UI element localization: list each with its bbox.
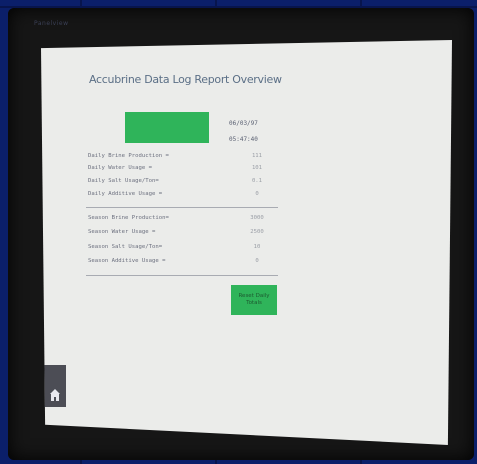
data-row-daily-additive: Daily Additive Usage = 0 bbox=[88, 191, 278, 201]
row-label: Daily Salt Usage/Ton= bbox=[88, 178, 159, 184]
reset-daily-totals-button[interactable]: Reset Daily Totals bbox=[231, 285, 277, 315]
row-label: Daily Brine Production = bbox=[88, 153, 169, 159]
row-label: Season Brine Production= bbox=[88, 215, 169, 221]
row-label: Season Salt Usage/Ton= bbox=[88, 244, 163, 250]
data-row-daily-water: Daily Water Usage = 101 bbox=[88, 165, 278, 175]
data-row-daily-brine: Daily Brine Production = 111 bbox=[88, 153, 278, 163]
row-label: Season Water Usage = bbox=[88, 229, 156, 235]
data-row-season-salt: Season Salt Usage/Ton= 10 bbox=[88, 244, 278, 254]
row-value: 0 bbox=[255, 258, 259, 264]
row-label: Season Additive Usage = bbox=[88, 258, 166, 264]
monitor-bezel: Panelview Accubrine Data Log Report Over… bbox=[8, 8, 474, 460]
row-value: 2500 bbox=[250, 229, 264, 235]
row-value: 101 bbox=[251, 165, 263, 171]
report-time: 05:47:40 bbox=[229, 136, 258, 143]
row-label: Daily Water Usage = bbox=[88, 165, 152, 171]
status-indicator bbox=[125, 112, 209, 143]
data-row-season-water: Season Water Usage = 2500 bbox=[88, 229, 278, 239]
data-row-season-brine: Season Brine Production= 3000 bbox=[88, 215, 278, 225]
row-label: Daily Additive Usage = bbox=[88, 191, 163, 197]
row-value: 0 bbox=[255, 191, 259, 197]
row-value: 10 bbox=[253, 244, 261, 250]
page-title: Accubrine Data Log Report Overview bbox=[89, 73, 282, 86]
data-row-season-additive: Season Additive Usage = 0 bbox=[88, 258, 278, 268]
touch-screen: Accubrine Data Log Report Overview 06/03… bbox=[41, 40, 452, 445]
section-divider bbox=[86, 207, 278, 208]
row-value: 3000 bbox=[250, 215, 264, 221]
home-icon[interactable] bbox=[49, 388, 61, 402]
section-divider bbox=[86, 275, 278, 276]
row-value: 111 bbox=[251, 153, 263, 159]
bezel-brand-label: Panelview bbox=[34, 20, 69, 27]
row-value: 0.1 bbox=[251, 178, 263, 184]
report-date: 06/03/97 bbox=[229, 120, 258, 127]
data-row-daily-salt: Daily Salt Usage/Ton= 0.1 bbox=[88, 178, 278, 188]
